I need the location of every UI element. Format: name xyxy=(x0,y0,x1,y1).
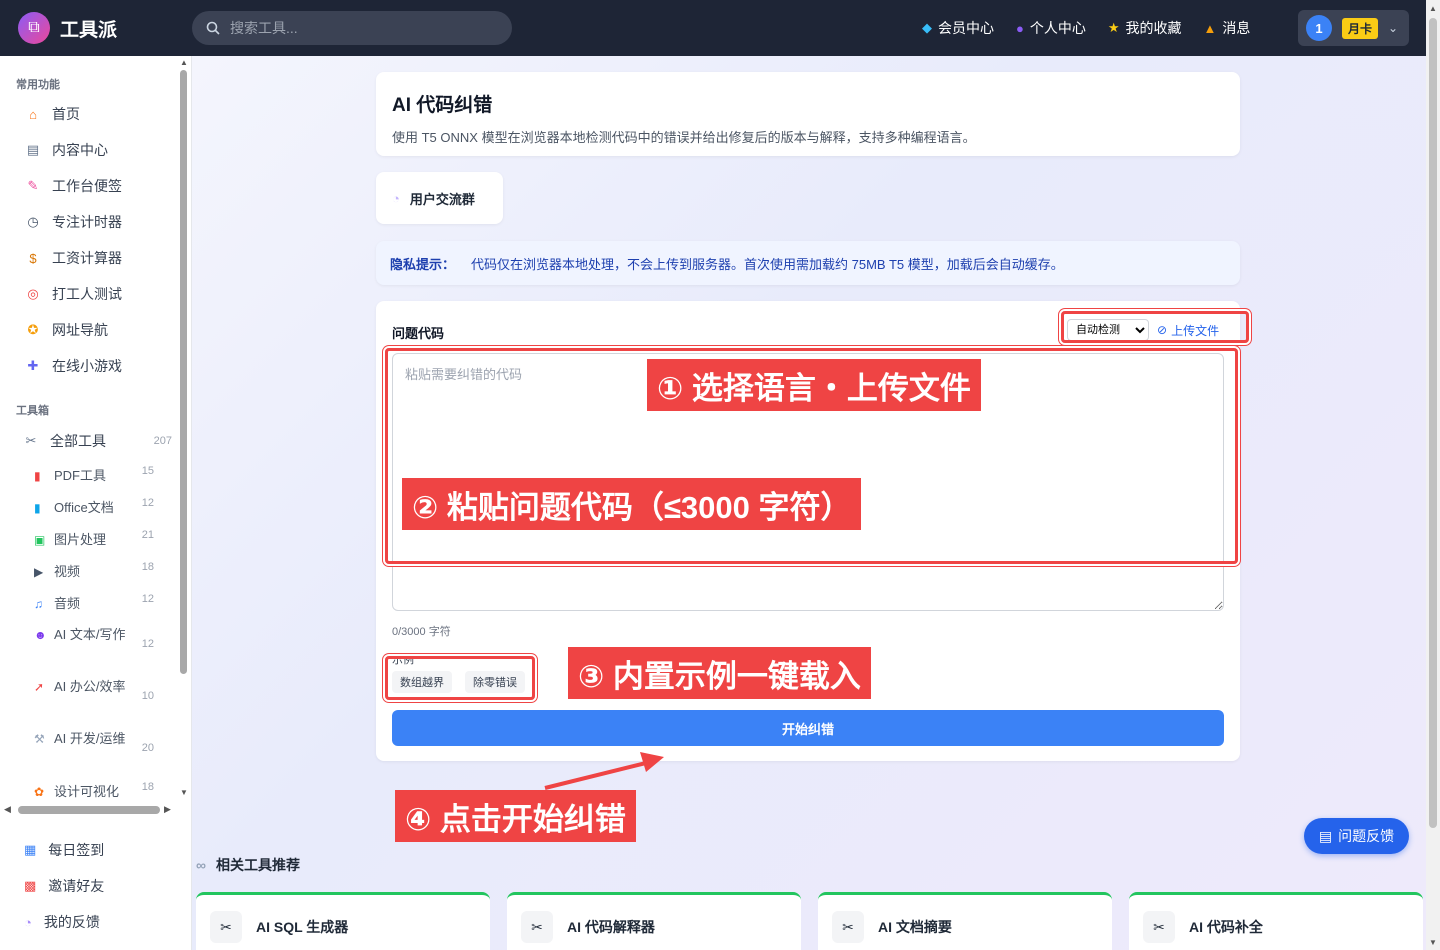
tools-icon: ✂ xyxy=(1143,911,1175,943)
related-tool-card[interactable]: ✂ AI 代码补全 xyxy=(1129,892,1423,950)
feedback-label: 问题反馈 xyxy=(1338,828,1395,844)
document-icon: ▤ xyxy=(1318,827,1333,844)
related-tools-heading: ∞ 相关工具推荐 xyxy=(196,855,300,875)
related-tool-name: AI 代码解释器 xyxy=(567,919,655,935)
related-tool-card[interactable]: ✂ AI 文档摘要 xyxy=(818,892,1112,950)
tools-icon: ✂ xyxy=(210,911,242,943)
related-tool-name: AI 代码补全 xyxy=(1189,919,1263,935)
annotation-arrow xyxy=(544,752,664,790)
related-tool-name: AI SQL 生成器 xyxy=(256,919,349,935)
link-icon: ∞ xyxy=(196,857,206,873)
related-tools-title: 相关工具推荐 xyxy=(215,857,300,873)
feedback-button[interactable]: ▤ 问题反馈 xyxy=(1304,818,1409,854)
tools-icon: ✂ xyxy=(832,911,864,943)
related-tool-name: AI 文档摘要 xyxy=(878,919,952,935)
tools-icon: ✂ xyxy=(521,911,553,943)
related-tool-card[interactable]: ✂ AI 代码解释器 xyxy=(507,892,801,950)
related-tool-card[interactable]: ✂ AI SQL 生成器 xyxy=(196,892,490,950)
